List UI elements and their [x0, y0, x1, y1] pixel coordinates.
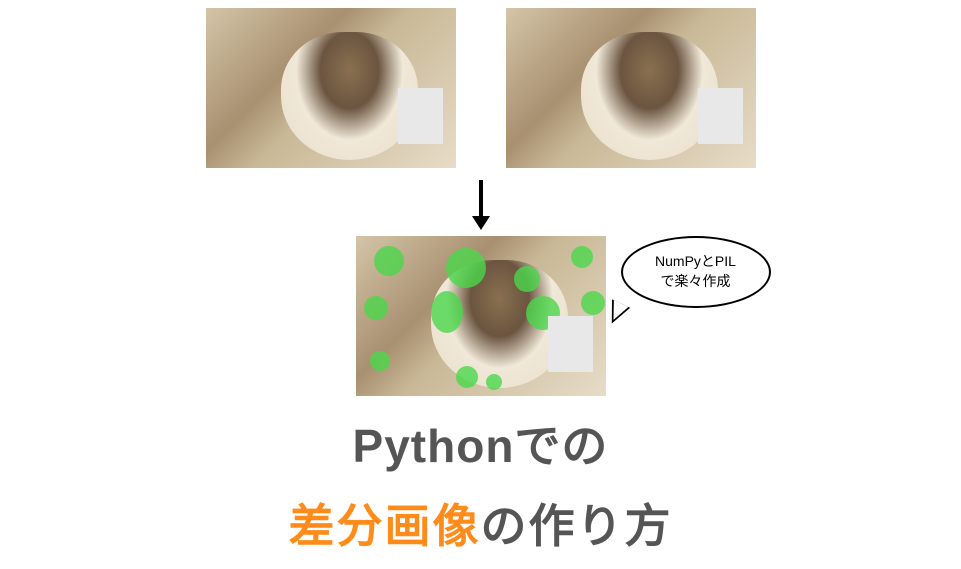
speech-text-line1: NumPyとPIL	[655, 252, 736, 272]
title-highlight: 差分画像	[289, 500, 481, 552]
cat-image-left	[206, 8, 456, 168]
main-container: NumPyとPIL で楽々作成 Pythonでの 差分画像の作り方	[0, 0, 961, 569]
top-image-row	[206, 8, 756, 168]
diff-marker	[514, 266, 540, 292]
diff-marker	[431, 291, 463, 333]
title-rest: の作り方	[481, 500, 673, 552]
diff-marker	[581, 291, 605, 315]
arrow-down-icon	[470, 180, 492, 230]
speech-text-line2: で楽々作成	[661, 272, 731, 292]
speech-bubble: NumPyとPIL で楽々作成	[621, 236, 771, 308]
title-line2: 差分画像の作り方	[289, 490, 673, 556]
diff-marker	[364, 296, 388, 320]
diff-marker	[370, 351, 390, 371]
diff-marker	[571, 246, 593, 268]
title-line1: Pythonでの	[289, 410, 673, 476]
diff-marker	[456, 366, 478, 388]
diff-marker	[526, 296, 560, 330]
diff-cat-image	[356, 236, 606, 396]
title-block: Pythonでの 差分画像の作り方	[289, 410, 673, 556]
diff-marker	[374, 246, 404, 276]
bottom-image-row: NumPyとPIL で楽々作成	[356, 236, 606, 396]
cat-image-right	[506, 8, 756, 168]
diff-marker	[556, 344, 582, 370]
diff-marker	[446, 248, 486, 288]
diff-marker	[486, 374, 502, 390]
